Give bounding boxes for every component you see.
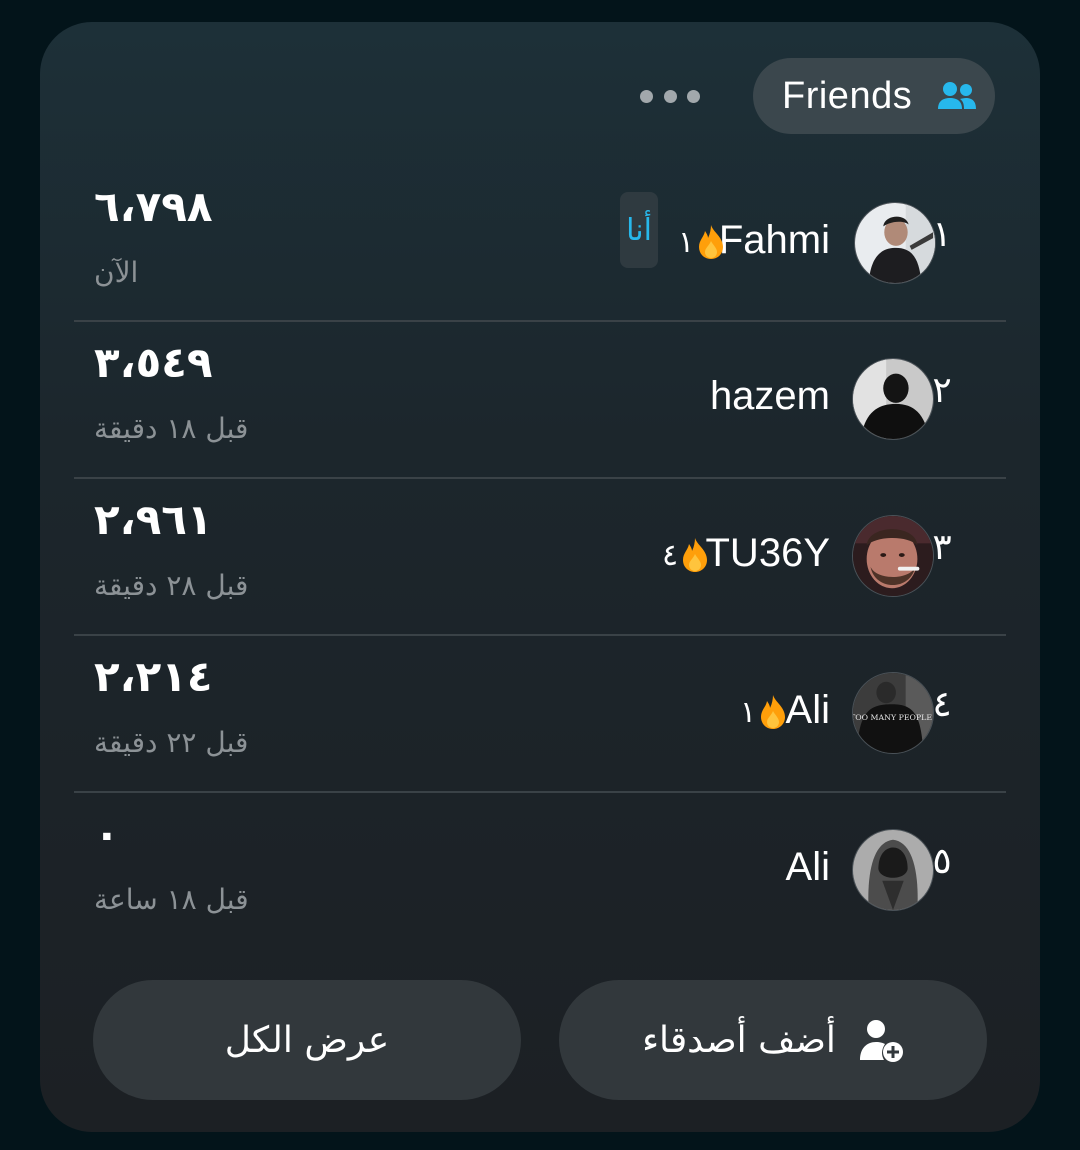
leaderboard-row[interactable]: ١ Fahmi ١ أنا ٦،٧٩٨ الآن bbox=[74, 166, 1006, 322]
leaderboard-row[interactable]: ٤ TOO MANY PEOPLE Ali ١ ٢،٢١٤ قبل ٢٢ دقي… bbox=[74, 636, 1006, 792]
dot bbox=[640, 89, 653, 103]
streak-count: ١ bbox=[678, 224, 695, 260]
last-active-time: قبل ٢٨ دقيقة bbox=[94, 569, 249, 602]
streak-indicator: ١ bbox=[740, 692, 788, 732]
leaderboard-row[interactable]: ٥ Ali ٠ قبل ١٨ ساعة bbox=[74, 793, 1006, 949]
streak-indicator: ٤ bbox=[662, 535, 710, 575]
view-all-label: عرض الكل bbox=[224, 1019, 390, 1061]
last-active-time: قبل ١٨ ساعة bbox=[94, 883, 249, 916]
score-value: ٦،٧٩٨ bbox=[94, 182, 213, 231]
last-active-time: قبل ٢٢ دقيقة bbox=[94, 726, 249, 759]
flame-icon bbox=[761, 695, 786, 729]
streak-count: ١ bbox=[740, 694, 757, 730]
dot bbox=[687, 89, 700, 103]
user-avatar bbox=[854, 202, 936, 284]
leaderboard-row[interactable]: ٢ hazem ٣،٥٤٩ قبل ١٨ دقيقة bbox=[74, 322, 1006, 478]
score-value: ٠ bbox=[94, 809, 120, 858]
view-all-button[interactable]: عرض الكل bbox=[93, 980, 521, 1100]
leaderboard-row[interactable]: ٣ TU36Y ٤ ٢،٩٦١ قبل ٢٨ دقيقة bbox=[74, 479, 1006, 635]
people-icon bbox=[938, 82, 976, 109]
friends-label: Friends bbox=[782, 74, 913, 117]
friends-leaderboard-card: Friends ١ Fahmi ١ أنا ٦،٧٩٨ الآن ٢ hazem… bbox=[40, 22, 1040, 1132]
dot bbox=[663, 89, 677, 103]
last-active-time: الآن bbox=[94, 256, 139, 289]
user-avatar bbox=[852, 829, 934, 911]
user-avatar bbox=[852, 515, 934, 597]
user-name: Fahmi bbox=[718, 218, 830, 262]
flame-icon bbox=[683, 538, 708, 572]
streak-count: ٤ bbox=[662, 537, 679, 573]
me-badge: أنا bbox=[620, 192, 658, 268]
last-active-time: قبل ١٨ دقيقة bbox=[94, 412, 249, 445]
user-name: TU36Y bbox=[705, 531, 831, 575]
add-friends-button[interactable]: أضف أصدقاء bbox=[559, 980, 987, 1100]
user-avatar: TOO MANY PEOPLE bbox=[852, 672, 934, 754]
user-name: Ali bbox=[785, 845, 830, 889]
more-options-icon[interactable] bbox=[640, 82, 700, 110]
flame-icon bbox=[699, 225, 724, 259]
user-name: hazem bbox=[709, 374, 830, 418]
score-value: ٢،٢١٤ bbox=[94, 652, 213, 701]
streak-indicator: ١ bbox=[678, 222, 726, 262]
add-friends-label: أضف أصدقاء bbox=[642, 1019, 836, 1061]
score-value: ٢،٩٦١ bbox=[94, 495, 213, 544]
friends-filter-button[interactable]: Friends bbox=[753, 58, 995, 134]
score-value: ٣،٥٤٩ bbox=[94, 338, 213, 387]
shirt-text: TOO MANY PEOPLE bbox=[853, 713, 932, 722]
user-avatar bbox=[852, 358, 934, 440]
add-user-icon bbox=[859, 1020, 903, 1062]
user-name: Ali bbox=[785, 688, 830, 732]
